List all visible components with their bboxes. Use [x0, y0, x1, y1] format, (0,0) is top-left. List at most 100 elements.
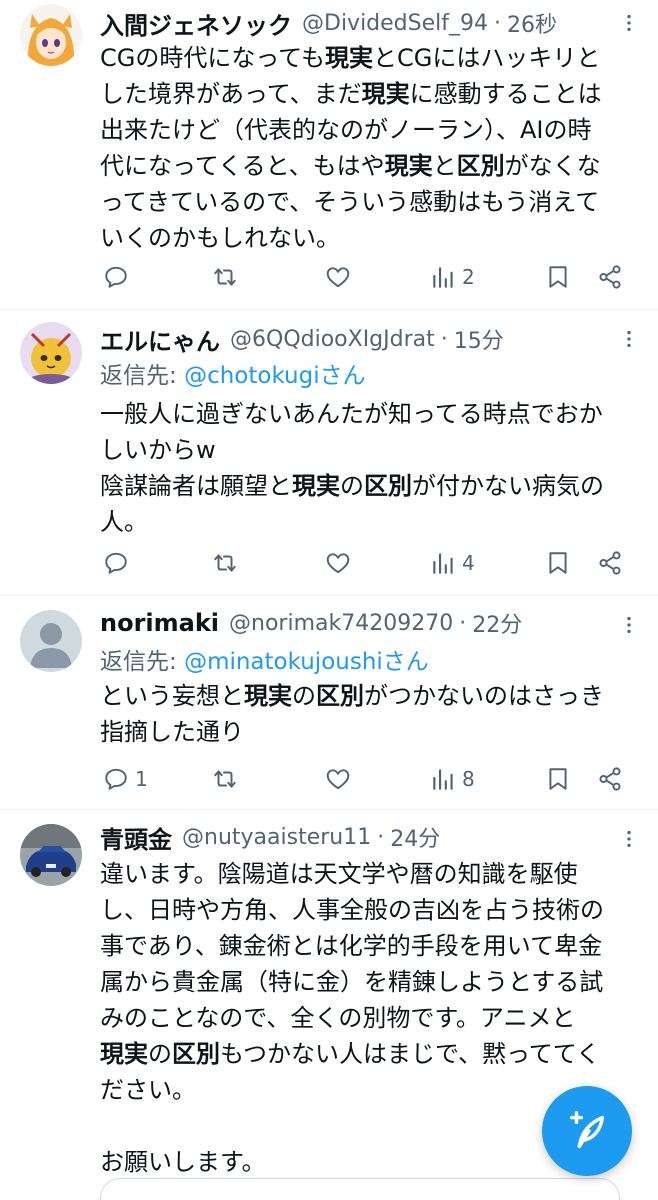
speech-bubble-icon: [105, 552, 127, 574]
highlighted-term: 区別: [364, 472, 412, 500]
tweet-text-line: 代になってくると、もはや現実と区別がなくな: [100, 148, 640, 184]
reply-to-mention[interactable]: @chotokugiさん: [184, 363, 366, 389]
text-segment: ってきているので、そういう感動はもう消えて: [100, 188, 600, 216]
more-dots-icon: [627, 830, 631, 848]
view-count: 8: [462, 767, 475, 791]
highlighted-term: 現実: [361, 80, 410, 108]
tweet-text-line: 属から貴金属（特に金）を精錬しようとする試: [100, 964, 640, 1000]
more-options-button[interactable]: [614, 8, 644, 38]
text-segment: がつかないのはさっき: [364, 682, 604, 710]
highlighted-term: 現実: [292, 472, 340, 500]
more-options-button[interactable]: [614, 824, 644, 854]
user-handle[interactable]: @DividedSelf_94: [302, 11, 488, 36]
text-segment: がなくな: [504, 152, 601, 180]
highlighted-term: 区別: [172, 1040, 220, 1068]
highlighted-term: 区別: [456, 152, 505, 180]
heart-icon: [326, 267, 350, 288]
tweet[interactable]: norimaki @norimak74209270 · 22分 返信先: @mi…: [0, 596, 658, 810]
separator-dot: ·: [377, 824, 385, 850]
reply-button[interactable]: [103, 260, 135, 294]
tweet-actions: 4: [100, 546, 640, 580]
like-button[interactable]: [325, 762, 357, 796]
views-button[interactable]: 4: [430, 546, 475, 580]
avatar[interactable]: [20, 4, 82, 66]
blue-car-avatar-image: [20, 824, 82, 886]
tweet-header: 入間ジェネソック @DividedSelf_94 · 26秒: [100, 6, 608, 40]
default-user-avatar-image: [20, 610, 82, 672]
timestamp[interactable]: 24分: [390, 821, 440, 853]
display-name[interactable]: 青頭金: [100, 820, 172, 854]
user-handle[interactable]: @6QQdiooXIgJdrat: [230, 327, 435, 352]
view-count: 4: [462, 551, 475, 575]
tweet-header: 青頭金 @nutyaaisteru11 · 24分: [100, 820, 608, 854]
highlighted-term: 現実: [384, 152, 433, 180]
tweet[interactable]: 入間ジェネソック @DividedSelf_94 · 26秒 CGの時代になって…: [0, 0, 658, 310]
avatar[interactable]: [20, 322, 82, 384]
retweet-button[interactable]: [212, 546, 244, 580]
highlighted-term: 現実: [244, 682, 292, 710]
tweet-header: norimaki @norimak74209270 · 22分: [100, 606, 608, 640]
more-options-button[interactable]: [614, 610, 644, 640]
views-button[interactable]: 8: [430, 762, 475, 796]
text-segment: 出来たけど（代表的なのがノーラン）、AIの時: [100, 116, 592, 144]
bookmark-button[interactable]: [545, 260, 571, 294]
heart-icon: [326, 553, 350, 574]
display-name[interactable]: norimaki: [100, 609, 219, 637]
mention-suffix: さん: [382, 649, 429, 675]
mention-suffix: さん: [319, 363, 366, 389]
user-handle[interactable]: @norimak74209270: [229, 611, 453, 636]
avatar[interactable]: [20, 824, 82, 886]
reply-to-prefix: 返信先:: [100, 649, 185, 675]
timestamp[interactable]: 22分: [472, 607, 522, 639]
text-segment: の: [292, 682, 316, 710]
mention-handle[interactable]: @chotokugi: [184, 363, 320, 389]
reply-to-mention[interactable]: @minatokujoushiさん: [184, 649, 429, 675]
reply-button[interactable]: 1: [103, 762, 148, 796]
text-segment: 陰謀論者は願望と: [100, 472, 292, 500]
like-button[interactable]: [325, 260, 357, 294]
share-button[interactable]: [597, 546, 623, 580]
display-name[interactable]: 入間ジェネソック: [100, 6, 292, 40]
bookmark-button[interactable]: [545, 546, 571, 580]
share-button[interactable]: [597, 762, 623, 796]
timestamp[interactable]: 26秒: [507, 7, 557, 39]
mention-handle[interactable]: @minatokujoushi: [184, 649, 383, 675]
display-name[interactable]: エルにゃん: [100, 322, 220, 356]
tweet-text-line: 違います。陰陽道は天文学や暦の知識を駆使: [100, 856, 640, 892]
compose-post-button[interactable]: [542, 1086, 632, 1176]
avatar[interactable]: [20, 610, 82, 672]
tweet-text-line: CGの時代になっても現実とCGにはハッキリと: [100, 40, 640, 76]
tweet[interactable]: エルにゃん @6QQdiooXIgJdrat · 15分 返信先: @choto…: [0, 310, 658, 596]
share-button[interactable]: [597, 260, 623, 294]
reply-input[interactable]: [100, 1178, 620, 1200]
bar-chart-icon: [433, 553, 453, 574]
tweet-text-line: 現実の区別もつかない人はまじで、黙っててく: [100, 1036, 640, 1072]
retweet-button[interactable]: [212, 260, 244, 294]
reply-count: 1: [135, 767, 148, 791]
separator-dot: ·: [459, 610, 467, 636]
cat-ball-avatar-image: [20, 322, 82, 384]
timestamp[interactable]: 15分: [454, 323, 504, 355]
tweet-text: 一般人に過ぎないあんたが知ってる時点でおか しいからw 陰謀論者は願望と現実の区別が…: [100, 396, 640, 540]
views-button[interactable]: 2: [430, 260, 475, 294]
tweet-text: という妄想と現実の区別がつかないのはさっき 指摘した通り: [100, 678, 640, 750]
text-segment: の: [148, 1040, 172, 1068]
view-count: 2: [462, 265, 475, 289]
retweet-arrows-icon: [214, 770, 236, 788]
tweet-text-line: という妄想と現実の区別がつかないのはさっき: [100, 678, 640, 714]
bookmark-icon: [549, 768, 567, 790]
reply-button[interactable]: [103, 546, 135, 580]
separator-dot: ·: [494, 10, 502, 36]
retweet-button[interactable]: [212, 762, 244, 796]
tweet-text-line: しいからw: [100, 432, 640, 468]
like-button[interactable]: [325, 546, 357, 580]
bookmark-button[interactable]: [545, 762, 571, 796]
tweet-text-line: 一般人に過ぎないあんたが知ってる時点でおか: [100, 396, 640, 432]
user-handle[interactable]: @nutyaaisteru11: [182, 825, 371, 850]
text-segment: した境界があって、まだ: [100, 80, 362, 108]
more-options-button[interactable]: [614, 324, 644, 354]
separator-dot: ·: [440, 326, 448, 352]
text-segment: という妄想と: [100, 682, 244, 710]
reply-to-prefix: 返信先:: [100, 363, 185, 389]
text-segment: いくのかもしれない。: [100, 224, 340, 252]
